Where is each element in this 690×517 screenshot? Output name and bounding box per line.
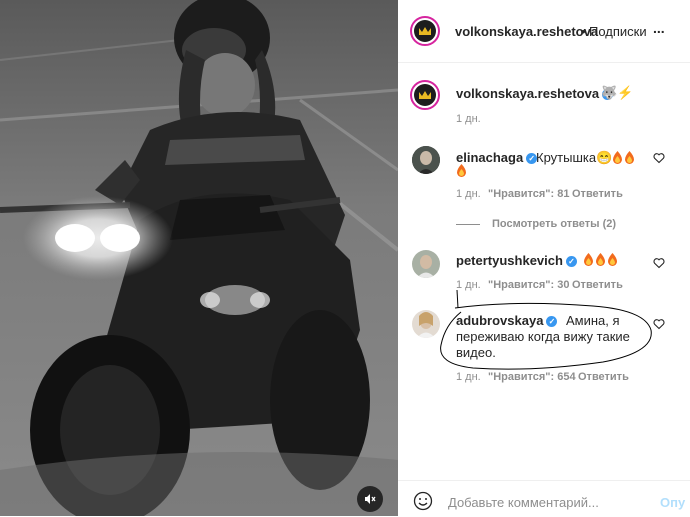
publish-button[interactable]: Опу	[660, 495, 685, 510]
comment-time: 1 дн.	[456, 188, 481, 200]
caption-username[interactable]: volkonskaya.reshetova ✓	[456, 86, 614, 101]
post-header: volkonskaya.reshetova • Подписки ...	[398, 0, 690, 63]
fire-icon	[625, 151, 635, 164]
author-username[interactable]: volkonskaya.reshetova	[455, 24, 598, 39]
comment-username[interactable]: elinachaga ✓	[456, 150, 538, 165]
commenter-avatar[interactable]	[412, 146, 440, 174]
comment-likes[interactable]: "Нравится": 654	[488, 371, 576, 383]
fire-icon	[596, 253, 605, 266]
fire-icon	[584, 253, 593, 266]
comment-username[interactable]: petertyushkevich ✓	[456, 253, 577, 268]
comment-text	[583, 252, 619, 267]
post-video[interactable]	[0, 0, 398, 516]
crown-icon	[419, 91, 431, 99]
crown-icon	[419, 27, 431, 35]
comments-panel: volkonskaya.reshetova • Подписки ... vol…	[398, 0, 690, 516]
more-options-button[interactable]: ...	[653, 20, 665, 36]
comment-text: Крутышка😁	[536, 150, 636, 166]
view-replies-button[interactable]: Посмотреть ответы (2)	[492, 218, 616, 230]
fire-icon	[608, 253, 617, 266]
comment-composer: Добавьте комментарий... Опу	[398, 480, 690, 517]
mute-button[interactable]	[357, 486, 383, 512]
comment-input[interactable]: Добавьте комментарий...	[448, 495, 599, 510]
verified-badge-icon: ✓	[546, 316, 558, 327]
comment-text-line: видео.	[456, 345, 496, 360]
like-heart-icon[interactable]	[653, 257, 665, 269]
emoji-smiley-icon[interactable]	[413, 491, 433, 511]
motorcycle-video-frame	[0, 0, 398, 516]
reply-button[interactable]: Ответить	[572, 188, 623, 200]
replies-line	[456, 224, 480, 225]
comment-text-line: Амина, я	[566, 313, 620, 328]
commenter-avatar[interactable]	[412, 250, 440, 278]
caption-time: 1 дн.	[456, 113, 481, 125]
reply-button[interactable]: Ответить	[578, 371, 629, 383]
separator-dot: •	[581, 24, 586, 39]
comment-time: 1 дн.	[456, 371, 481, 383]
like-heart-icon[interactable]	[653, 152, 665, 164]
follow-button[interactable]: Подписки	[589, 24, 647, 39]
comment-text-line: переживаю когда вижу такие	[456, 329, 630, 344]
fire-icon	[457, 164, 466, 177]
verified-badge-icon: ✓	[565, 256, 577, 267]
caption-author-avatar[interactable]	[410, 80, 440, 110]
author-avatar[interactable]	[410, 16, 440, 46]
comment-likes[interactable]: "Нравится": 81	[488, 188, 569, 200]
like-heart-icon[interactable]	[653, 318, 665, 330]
comment-username[interactable]: adubrovskaya ✓	[456, 313, 558, 328]
fire-icon	[613, 151, 623, 164]
caption-text: 🐺⚡	[601, 85, 634, 100]
speaker-muted-icon	[365, 494, 376, 504]
avatar-photo	[412, 146, 440, 174]
avatar-photo	[412, 250, 440, 278]
